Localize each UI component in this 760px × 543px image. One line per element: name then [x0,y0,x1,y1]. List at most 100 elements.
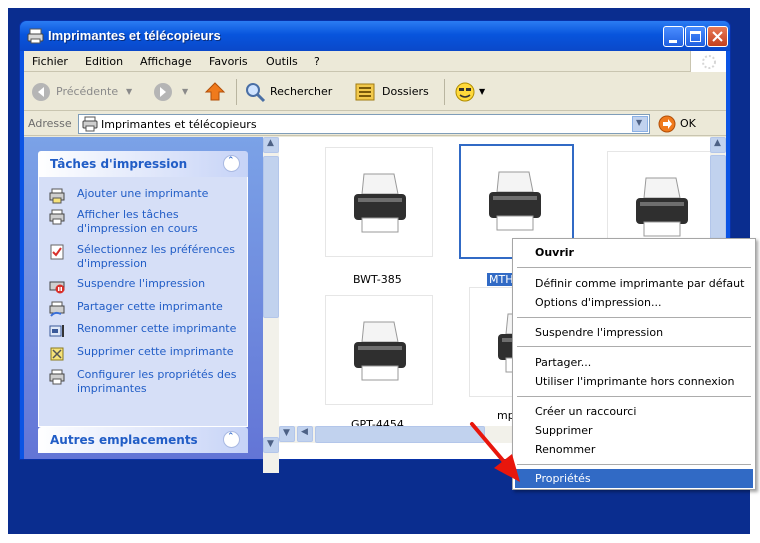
menu-favoris[interactable]: Favoris [209,55,248,68]
task-label: Ajouter une imprimante [77,187,209,200]
search-button[interactable]: Rechercher [244,80,348,104]
chevron-down-icon: ▼ [283,428,290,438]
task-label: Partager cette imprimante [77,300,223,313]
back-button[interactable]: Précédente ▼ [30,80,140,104]
toolbar-separator [444,79,445,105]
printer-icon [489,171,541,231]
printer-tile-bwt-385[interactable] [325,147,433,257]
folders-button[interactable]: Dossiers [354,80,442,104]
menu-item-share[interactable]: Partager... [515,353,753,372]
scroll-down-button[interactable]: ▼ [279,426,295,442]
menu-help[interactable]: ? [314,55,320,68]
minimize-button[interactable] [663,26,684,47]
preferences-icon [50,244,64,260]
menu-bar: Fichier Edition Affichage Favoris Outils… [24,51,726,72]
window-title: Imprimantes et télécopieurs [48,28,221,43]
folders-label: Dossiers [382,85,429,98]
other-places-panel: Autres emplacements ⌃ [38,427,248,467]
menu-item-printing-options[interactable]: Options d'impression... [515,293,753,312]
scroll-down-button[interactable]: ▼ [263,437,279,453]
task-label: Suspendre l'impression [77,277,206,290]
chevron-down-icon: ▼ [267,439,274,449]
back-label: Précédente [56,85,119,98]
menu-separator [517,464,751,465]
go-button[interactable]: OK [658,115,698,133]
printer-icon [636,177,688,237]
scroll-left-button[interactable]: ◀ [297,426,313,442]
toolbar-separator [236,79,237,105]
task-add-printer[interactable]: Ajouter une imprimante [49,187,244,204]
menu-item-pause-printing[interactable]: Suspendre l'impression [515,323,753,342]
smiley-icon [455,82,475,102]
chevron-up-icon: ⌃ [227,432,235,442]
maximize-button[interactable] [685,26,706,47]
other-places-title: Autres emplacements [50,433,198,447]
search-label: Rechercher [270,85,333,98]
chevron-up-icon: ▲ [267,138,274,148]
menu-item-use-offline[interactable]: Utiliser l'imprimante hors connexion [515,372,753,391]
messenger-button[interactable]: ▼ [454,80,494,104]
task-pane-scrollbar[interactable]: ▲ ▼ [263,137,279,473]
other-places-header[interactable]: Autres emplacements ⌃ [38,427,248,453]
collapse-button[interactable]: ⌃ [223,155,240,172]
task-label: Supprimer cette imprimante [77,345,234,358]
menu-separator [517,346,751,347]
menu-item-properties[interactable]: Propriétés [515,469,753,488]
task-label: Renommer cette imprimante [77,322,237,335]
print-tasks-header[interactable]: Tâches d'impression ⌃ [38,151,248,177]
context-menu: Ouvrir Définir comme imprimante par défa… [512,238,756,490]
print-tasks-panel: Tâches d'impression ⌃ Ajouter une imprim… [38,151,248,427]
task-label: Sélectionnez les préférences d'impressio… [77,243,235,270]
menu-item-delete[interactable]: Supprimer [515,421,753,440]
task-label: Configurer les propriétés des imprimante… [77,368,237,395]
task-rename-printer[interactable]: Renommer cette imprimante [49,322,244,338]
address-bar: Adresse Imprimantes et télécopieurs ▼ OK [24,112,726,136]
scroll-thumb[interactable] [263,156,279,318]
task-delete-printer[interactable]: Supprimer cette imprimante [49,345,244,361]
up-button[interactable] [204,80,228,104]
menu-outils[interactable]: Outils [266,55,298,68]
address-value: Imprimantes et télécopieurs [101,118,257,131]
scroll-up-button[interactable]: ▲ [710,137,726,153]
menu-affichage[interactable]: Affichage [140,55,192,68]
go-label: OK [680,117,696,130]
address-label: Adresse [28,117,72,130]
task-view-queue[interactable]: Afficher les tâches d'impression en cour… [49,208,244,238]
printer-tile-gpt-4454[interactable] [325,295,433,405]
collapse-button[interactable]: ⌃ [223,431,240,448]
chevron-left-icon: ◀ [301,427,308,437]
scroll-thumb[interactable] [315,426,485,443]
forward-button[interactable]: ▼ [152,80,194,104]
menu-item-set-default[interactable]: Définir comme imprimante par défaut [515,274,753,293]
task-share-printer[interactable]: Partager cette imprimante [49,300,244,317]
menu-edition[interactable]: Edition [85,55,123,68]
task-printer-properties[interactable]: Configurer les propriétés des imprimante… [49,368,244,398]
menu-fichier[interactable]: Fichier [32,55,68,68]
annotation-arrow-icon [470,422,520,482]
pause-printer-icon [49,281,65,294]
toolbar: Précédente ▼ ▼ Rechercher Dossiers ▼ [24,73,726,111]
printer-name-bwt-385[interactable]: BWT-385 [353,273,402,286]
task-pause-printing[interactable]: Suspendre l'impression [49,277,244,294]
forward-arrow-icon [154,83,172,101]
printer-folder-icon [82,116,98,132]
task-pane: Tâches d'impression ⌃ Ajouter une imprim… [24,137,263,459]
chevron-down-icon: ▼ [636,118,643,127]
chevron-down-icon: ▼ [479,87,486,96]
chevron-down-icon: ▼ [182,87,189,96]
close-button[interactable] [707,26,728,47]
address-input[interactable]: Imprimantes et télécopieurs ▼ [78,114,650,134]
menu-item-rename[interactable]: Renommer [515,440,753,459]
printer-folder-icon [27,28,44,44]
printer-icon [354,321,406,381]
address-dropdown-button[interactable]: ▼ [632,116,648,132]
task-preferences[interactable]: Sélectionnez les préférences d'impressio… [49,243,244,273]
back-arrow-icon [32,83,50,101]
menu-item-open[interactable]: Ouvrir [515,243,753,262]
menu-item-create-shortcut[interactable]: Créer un raccourci [515,402,753,421]
printer-queue-icon [49,209,65,225]
task-label: Afficher les tâches d'impression en cour… [77,208,198,235]
print-tasks-body: Ajouter une imprimante Afficher les tâch… [38,177,248,427]
scroll-up-button[interactable]: ▲ [263,137,279,153]
title-bar[interactable]: Imprimantes et télécopieurs [20,21,730,51]
